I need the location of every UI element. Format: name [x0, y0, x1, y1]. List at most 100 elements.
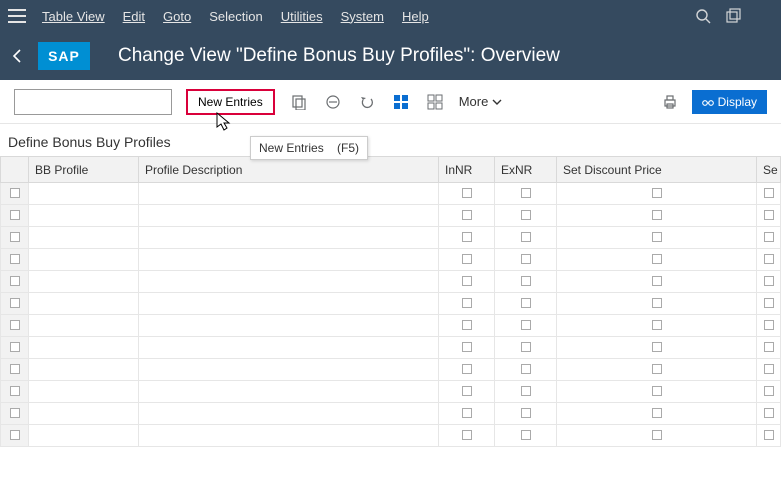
cell-innr[interactable] [439, 183, 495, 205]
cell-innr[interactable] [439, 271, 495, 293]
row-selector[interactable] [1, 183, 29, 205]
menu-utilities[interactable]: Utilities [281, 9, 323, 24]
cell-bb-profile[interactable] [29, 381, 139, 403]
cell-set-discount[interactable] [557, 183, 757, 205]
cell-bb-profile[interactable] [29, 315, 139, 337]
menu-goto[interactable]: Goto [163, 9, 191, 24]
cell-bb-profile[interactable] [29, 359, 139, 381]
cell-set-discount[interactable] [557, 271, 757, 293]
cell-bb-profile[interactable] [29, 183, 139, 205]
search-icon[interactable] [695, 8, 711, 24]
cell-profile-desc[interactable] [139, 271, 439, 293]
data-grid[interactable]: BB Profile Profile Description InNR ExNR… [0, 156, 781, 447]
cell-innr[interactable] [439, 205, 495, 227]
cell-set2[interactable] [757, 227, 781, 249]
cell-set-discount[interactable] [557, 425, 757, 447]
cell-bb-profile[interactable] [29, 425, 139, 447]
cell-innr[interactable] [439, 337, 495, 359]
menu-icon[interactable] [8, 9, 26, 23]
new-window-icon[interactable] [725, 8, 741, 24]
col-innr[interactable]: InNR [439, 157, 495, 183]
cell-set2[interactable] [757, 381, 781, 403]
row-selector[interactable] [1, 271, 29, 293]
col-exnr[interactable]: ExNR [495, 157, 557, 183]
cell-profile-desc[interactable] [139, 381, 439, 403]
menu-selection[interactable]: Selection [209, 9, 262, 24]
cell-bb-profile[interactable] [29, 403, 139, 425]
cell-innr[interactable] [439, 425, 495, 447]
cell-exnr[interactable] [495, 381, 557, 403]
cell-exnr[interactable] [495, 271, 557, 293]
cell-exnr[interactable] [495, 205, 557, 227]
table-row[interactable] [1, 205, 781, 227]
cell-set2[interactable] [757, 183, 781, 205]
cell-set2[interactable] [757, 205, 781, 227]
cell-set2[interactable] [757, 249, 781, 271]
cell-exnr[interactable] [495, 249, 557, 271]
search-input[interactable] [14, 89, 172, 115]
cell-profile-desc[interactable] [139, 293, 439, 315]
deselect-all-icon[interactable] [425, 92, 445, 112]
cell-set2[interactable] [757, 337, 781, 359]
new-entries-button[interactable]: New Entries [186, 89, 275, 115]
table-row[interactable] [1, 315, 781, 337]
cell-exnr[interactable] [495, 359, 557, 381]
cell-exnr[interactable] [495, 227, 557, 249]
cell-profile-desc[interactable] [139, 315, 439, 337]
menu-system[interactable]: System [341, 9, 384, 24]
back-icon[interactable] [8, 46, 28, 66]
cell-bb-profile[interactable] [29, 293, 139, 315]
cell-set-discount[interactable] [557, 249, 757, 271]
col-selector[interactable] [1, 157, 29, 183]
cell-set2[interactable] [757, 315, 781, 337]
cell-set-discount[interactable] [557, 403, 757, 425]
cell-exnr[interactable] [495, 337, 557, 359]
cell-set-discount[interactable] [557, 315, 757, 337]
cell-innr[interactable] [439, 403, 495, 425]
table-row[interactable] [1, 271, 781, 293]
cell-set2[interactable] [757, 403, 781, 425]
row-selector[interactable] [1, 227, 29, 249]
menu-edit[interactable]: Edit [123, 9, 145, 24]
row-selector[interactable] [1, 315, 29, 337]
table-row[interactable] [1, 403, 781, 425]
select-all-icon[interactable] [391, 92, 411, 112]
row-selector[interactable] [1, 425, 29, 447]
cell-set-discount[interactable] [557, 359, 757, 381]
row-selector[interactable] [1, 359, 29, 381]
col-profile-desc[interactable]: Profile Description [139, 157, 439, 183]
cell-bb-profile[interactable] [29, 205, 139, 227]
cell-set-discount[interactable] [557, 337, 757, 359]
cell-profile-desc[interactable] [139, 337, 439, 359]
table-row[interactable] [1, 293, 781, 315]
cell-exnr[interactable] [495, 315, 557, 337]
table-row[interactable] [1, 359, 781, 381]
cell-profile-desc[interactable] [139, 359, 439, 381]
cell-bb-profile[interactable] [29, 271, 139, 293]
menu-help[interactable]: Help [402, 9, 429, 24]
cell-set2[interactable] [757, 271, 781, 293]
cell-exnr[interactable] [495, 183, 557, 205]
cell-set2[interactable] [757, 359, 781, 381]
table-row[interactable] [1, 337, 781, 359]
cell-profile-desc[interactable] [139, 205, 439, 227]
cell-innr[interactable] [439, 249, 495, 271]
cell-set2[interactable] [757, 293, 781, 315]
cell-innr[interactable] [439, 381, 495, 403]
cell-exnr[interactable] [495, 425, 557, 447]
col-bb-profile[interactable]: BB Profile [29, 157, 139, 183]
row-selector[interactable] [1, 337, 29, 359]
display-button[interactable]: Display [692, 90, 767, 114]
table-row[interactable] [1, 249, 781, 271]
table-row[interactable] [1, 183, 781, 205]
delete-icon[interactable] [323, 92, 343, 112]
table-row[interactable] [1, 425, 781, 447]
cell-innr[interactable] [439, 315, 495, 337]
cell-profile-desc[interactable] [139, 183, 439, 205]
cell-bb-profile[interactable] [29, 227, 139, 249]
cell-bb-profile[interactable] [29, 337, 139, 359]
cell-profile-desc[interactable] [139, 403, 439, 425]
cell-exnr[interactable] [495, 293, 557, 315]
row-selector[interactable] [1, 381, 29, 403]
cell-innr[interactable] [439, 359, 495, 381]
